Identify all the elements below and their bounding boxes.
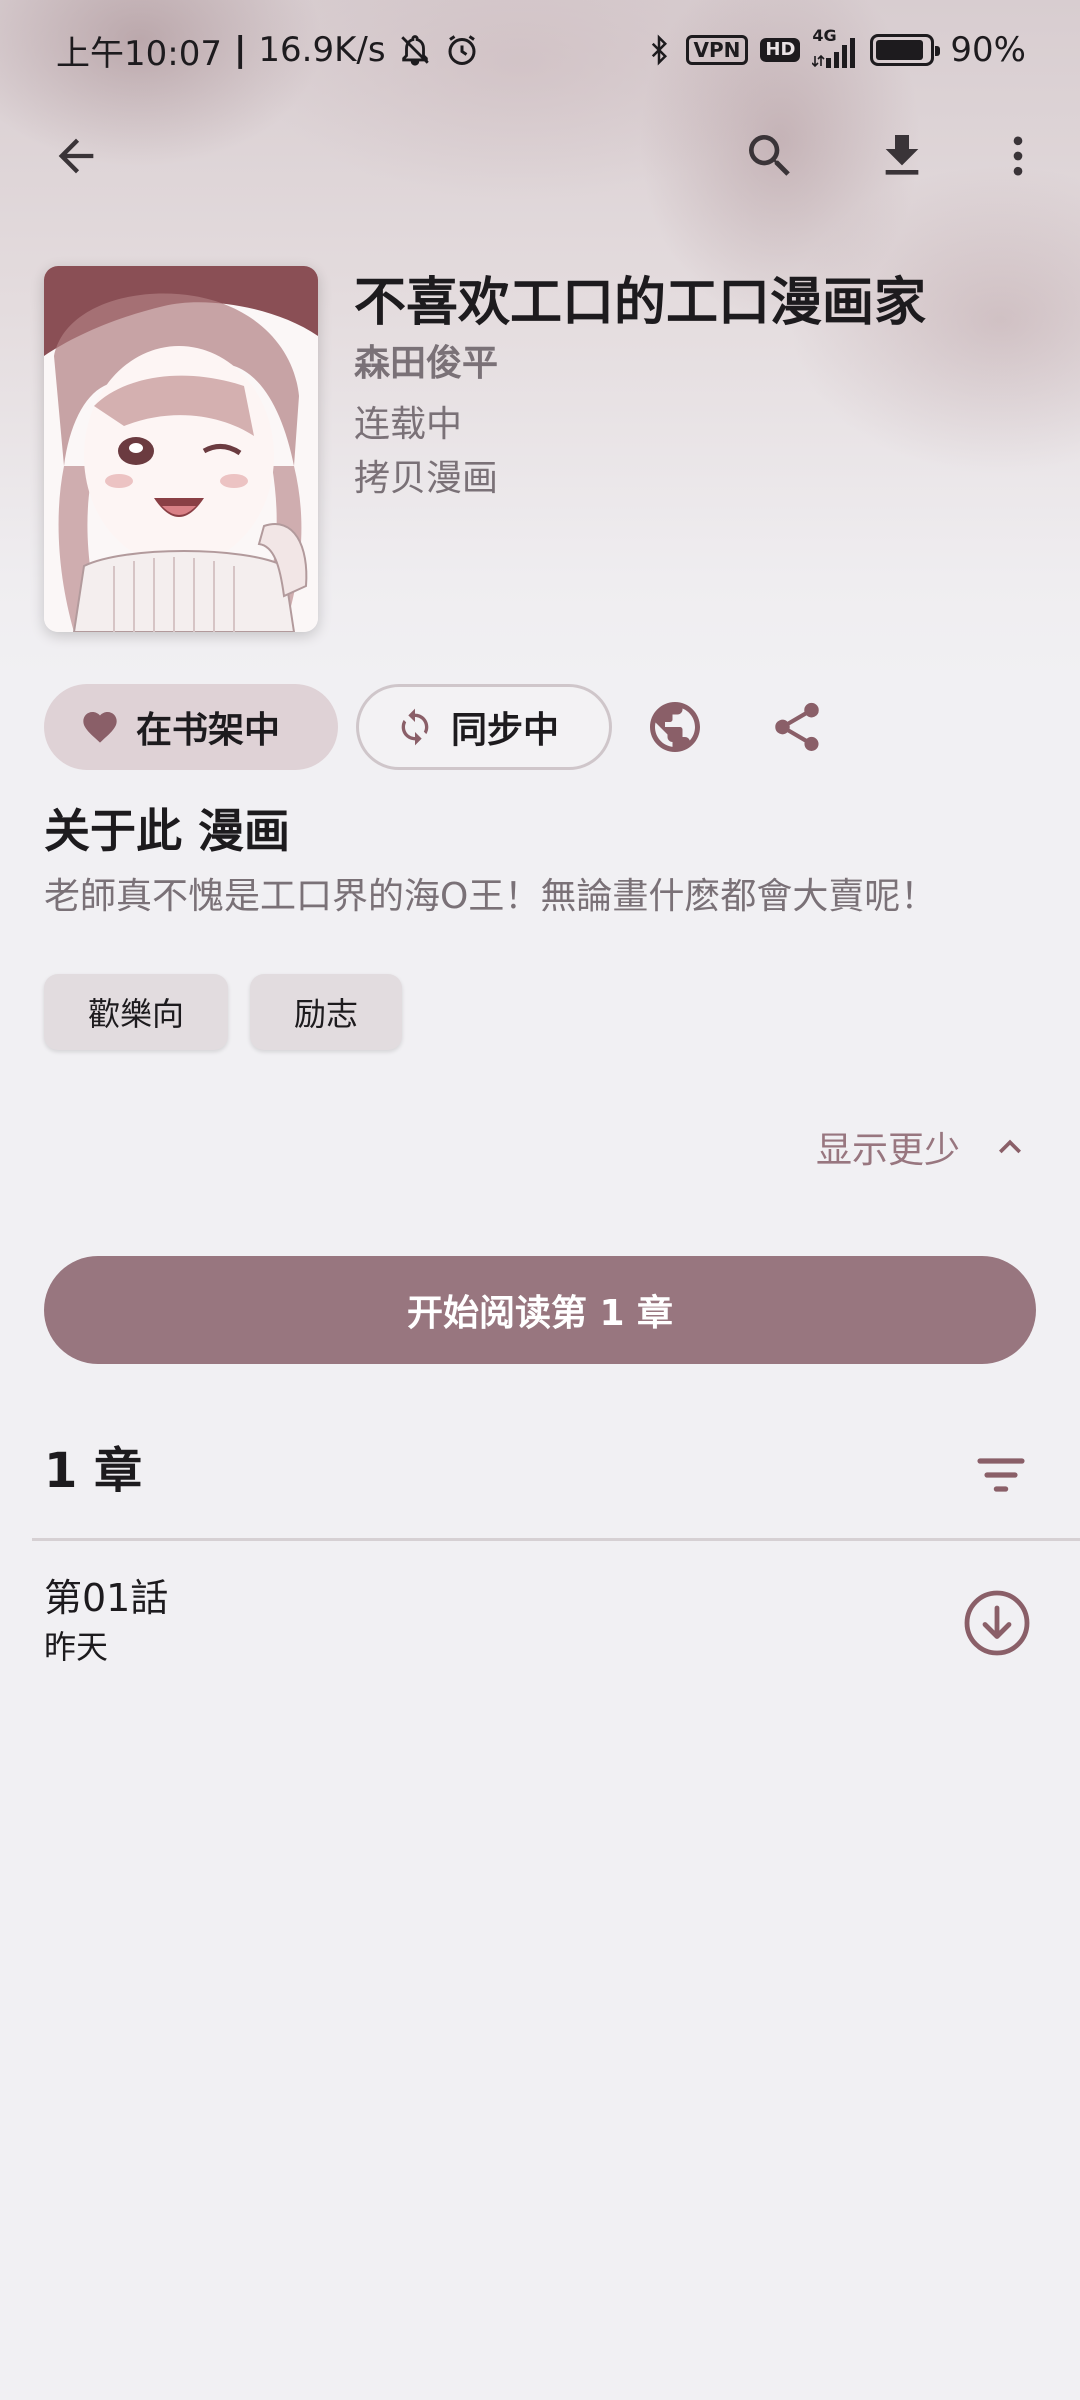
publication-status: 连载中 bbox=[354, 404, 463, 445]
network-speed: 16.9K/s bbox=[258, 30, 386, 70]
download-icon bbox=[885, 135, 919, 175]
genre-tag[interactable]: 励志 bbox=[250, 974, 403, 1050]
open-in-browser-button[interactable] bbox=[642, 694, 708, 760]
download-circle-icon bbox=[964, 1590, 1030, 1656]
sync-label: 同步中 bbox=[451, 710, 560, 751]
manga-title: 不喜欢工口的工口漫画家 bbox=[354, 273, 927, 333]
genre-tags: 歡樂向 励志 bbox=[44, 974, 403, 1050]
separator: | bbox=[233, 30, 247, 70]
chapter-title: 第01話 bbox=[44, 1576, 169, 1620]
chapter-count: 1 章 bbox=[44, 1443, 143, 1499]
alarm-icon bbox=[444, 32, 480, 68]
start-reading-button[interactable]: 开始阅读第 1 章 bbox=[44, 1256, 1036, 1364]
search-button[interactable] bbox=[732, 118, 808, 194]
arrow-back-icon bbox=[58, 138, 94, 174]
show-less-button[interactable]: 显示更少 bbox=[816, 1114, 1032, 1180]
share-icon bbox=[775, 702, 819, 751]
status-bar: 上午10:07 | 16.9K/s VPN HD 4G 90% bbox=[0, 0, 1080, 100]
manga-details-screen: 上午10:07 | 16.9K/s VPN HD 4G 90% 不喜欢工口的工口… bbox=[0, 0, 1080, 2400]
chapter-filter-button[interactable] bbox=[966, 1440, 1036, 1510]
genre-tag[interactable]: 歡樂向 bbox=[44, 974, 229, 1050]
globe-icon bbox=[650, 702, 700, 752]
chapter-download-button[interactable] bbox=[960, 1586, 1034, 1660]
manga-description: 老師真不愧是工口界的海O王！無論畫什麽都會大賣呢！ bbox=[44, 876, 937, 917]
search-icon bbox=[749, 135, 790, 176]
clock: 上午10:07 bbox=[56, 33, 222, 74]
in-library-label: 在书架中 bbox=[136, 710, 281, 751]
divider bbox=[32, 1538, 1080, 1541]
sync-button[interactable]: 同步中 bbox=[356, 684, 612, 770]
show-less-label: 显示更少 bbox=[815, 1130, 960, 1171]
back-button[interactable] bbox=[38, 118, 114, 194]
vpn-badge: VPN bbox=[685, 35, 749, 65]
battery-icon bbox=[870, 34, 941, 66]
top-app-bar bbox=[0, 108, 1080, 204]
bluetooth-icon bbox=[644, 32, 674, 68]
manga-info: 不喜欢工口的工口漫画家 森田俊平 连载中 拷贝漫画 bbox=[354, 266, 1054, 506]
heart-icon bbox=[83, 712, 117, 743]
chapter-row[interactable]: 第01話 昨天 bbox=[0, 1560, 1080, 1680]
manga-source: 拷贝漫画 bbox=[354, 458, 499, 499]
download-button[interactable] bbox=[864, 118, 940, 194]
bell-off-icon bbox=[398, 33, 432, 67]
more-options-button[interactable] bbox=[980, 118, 1056, 194]
network-type: 4G bbox=[812, 26, 837, 45]
hd-badge: HD bbox=[760, 38, 801, 62]
in-library-button[interactable]: 在书架中 bbox=[44, 684, 338, 770]
share-button[interactable] bbox=[764, 694, 830, 760]
manga-author[interactable]: 森田俊平 bbox=[354, 340, 1054, 388]
action-row: 在书架中 同步中 bbox=[44, 684, 1044, 770]
battery-percent: 90% bbox=[950, 30, 1026, 70]
about-heading: 关于此 漫画 bbox=[44, 804, 291, 858]
chapter-date: 昨天 bbox=[44, 1628, 109, 1666]
more-vert-icon bbox=[1013, 136, 1023, 176]
manga-cover-image[interactable] bbox=[44, 266, 318, 632]
chevron-up-icon bbox=[999, 1139, 1021, 1154]
signal-icon: 4G bbox=[812, 26, 858, 68]
sync-icon bbox=[401, 708, 429, 746]
filter-icon bbox=[977, 1458, 1025, 1492]
